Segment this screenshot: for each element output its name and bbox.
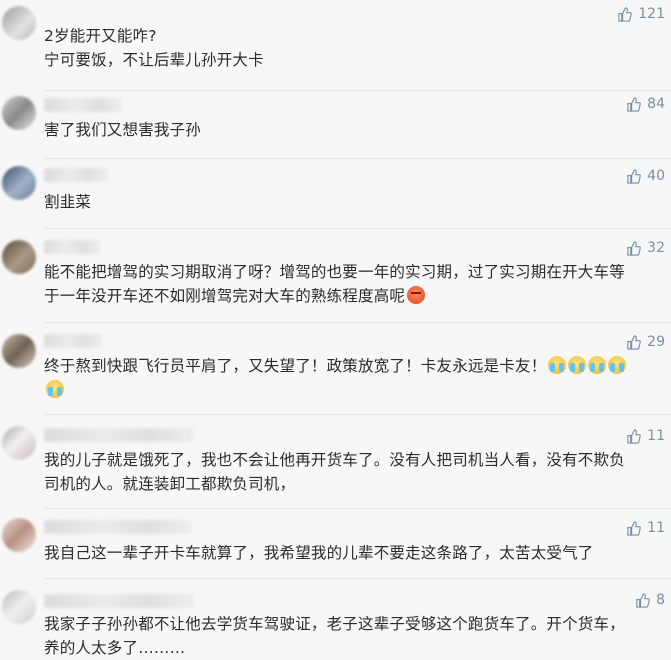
like-count: 40 <box>647 168 665 184</box>
like-count: 11 <box>647 428 665 444</box>
crying-face-icon <box>46 380 64 398</box>
like-button[interactable]: 40 <box>626 168 665 184</box>
avatar[interactable] <box>2 96 36 130</box>
comment-line: 割韭菜 <box>44 193 92 211</box>
avatar[interactable] <box>2 590 36 624</box>
comment-list: 121 2岁能开又能咋? 宁可要饭，不让后辈儿孙开大卡 84 害了我们又想害我子… <box>0 0 671 660</box>
angry-face-icon <box>407 286 426 304</box>
comment-text: 2岁能开又能咋? 宁可要饭，不让后辈儿孙开大卡 <box>44 24 653 72</box>
thumbs-up-icon <box>636 592 650 608</box>
like-count: 11 <box>647 520 665 536</box>
username-blurred <box>44 594 194 608</box>
comment-text: 割韭菜 <box>44 190 653 214</box>
comment-line: 宁可要饭，不让后辈儿孙开大卡 <box>44 51 264 69</box>
comment-line: 我家子子孙孙都不让他去学货车驾驶证，老子这辈子受够这个跑货车了。开个货车， <box>44 615 625 633</box>
like-count: 121 <box>638 6 665 22</box>
avatar[interactable] <box>2 166 36 200</box>
thumbs-up-icon <box>627 428 642 444</box>
like-count: 32 <box>647 240 665 256</box>
like-button[interactable]: 11 <box>626 520 665 536</box>
like-button[interactable]: 8 <box>635 592 665 608</box>
comment-line: 能不能把增驾的实习期取消了呀？增驾的也要一年的实习期，过了实习期在开大车等 <box>44 263 625 281</box>
username-blurred <box>44 334 102 348</box>
thumbs-up-icon <box>627 334 642 350</box>
thumbs-up-icon <box>618 6 633 22</box>
crying-face-icon <box>568 356 587 374</box>
like-button[interactable]: 32 <box>626 240 665 256</box>
divider <box>44 158 671 159</box>
like-count: 84 <box>647 96 665 112</box>
comment-line <box>44 378 653 402</box>
comment-text: 我的儿子就是饿死了，我也不会让他再开货车了。没有人把司机当人看，没有不欺负 司机… <box>44 448 653 496</box>
like-button[interactable]: 29 <box>626 334 665 350</box>
comment-text: 能不能把增驾的实习期取消了呀？增驾的也要一年的实习期，过了实习期在开大车等 于一… <box>44 260 653 308</box>
like-button[interactable]: 121 <box>617 6 665 22</box>
crying-face-icon <box>548 356 567 374</box>
like-count: 29 <box>647 334 665 350</box>
comment-line: 我自己这一辈子开卡车就算了，我希望我的儿辈不要走这条路了，太苦太受气了 <box>44 544 594 562</box>
username-blurred <box>44 168 108 182</box>
like-button[interactable]: 84 <box>626 96 665 112</box>
avatar[interactable] <box>2 426 36 460</box>
comment-line-text: 于一年没开车还不如刚增驾完对大车的熟练程度高呢 <box>44 287 406 305</box>
comment-line: 终于熬到快跟飞行员平肩了，又失望了！政策放宽了！卡友永远是卡友！ <box>44 354 653 378</box>
username-blurred <box>44 98 122 112</box>
comment-line: 我的儿子就是饿死了，我也不会让他再开货车了。没有人把司机当人看，没有不欺负 <box>44 451 625 469</box>
divider <box>44 228 671 229</box>
comment-line-text: 终于熬到快跟飞行员平肩了，又失望了！政策放宽了！卡友永远是卡友！ <box>44 357 547 375</box>
comment-line: 司机的人。就连装卸工都欺负司机， <box>44 475 296 493</box>
comment-line: 于一年没开车还不如刚增驾完对大车的熟练程度高呢 <box>44 284 653 308</box>
crying-face-icon <box>608 356 627 374</box>
divider <box>44 508 671 509</box>
avatar[interactable] <box>2 240 36 274</box>
comment-line: 2岁能开又能咋? <box>44 27 157 45</box>
divider <box>44 90 671 91</box>
divider <box>44 322 671 323</box>
comment-text: 害了我们又想害我子孙 <box>44 118 653 142</box>
comment-text: 终于熬到快跟飞行员平肩了，又失望了！政策放宽了！卡友永远是卡友！ <box>44 354 653 402</box>
divider <box>44 414 671 415</box>
divider <box>44 578 671 579</box>
thumbs-up-icon <box>627 240 642 256</box>
thumbs-up-icon <box>627 96 642 112</box>
username-blurred <box>44 428 194 442</box>
like-count: 8 <box>656 592 665 608</box>
avatar[interactable] <box>2 334 36 368</box>
avatar[interactable] <box>2 6 36 40</box>
comment-line: 害了我们又想害我子孙 <box>44 121 202 139</box>
comment-line: 养的人太多了……… <box>44 639 186 657</box>
comment-text: 我家子子孙孙都不让他去学货车驾驶证，老子这辈子受够这个跑货车了。开个货车， 养的… <box>44 612 653 660</box>
avatar[interactable] <box>2 518 36 552</box>
username-blurred <box>44 240 100 254</box>
like-button[interactable]: 11 <box>626 428 665 444</box>
comment-text: 我自己这一辈子开卡车就算了，我希望我的儿辈不要走这条路了，太苦太受气了 <box>44 541 653 565</box>
username-blurred <box>44 520 192 534</box>
thumbs-up-icon <box>627 520 642 536</box>
thumbs-up-icon <box>627 168 642 184</box>
crying-face-icon <box>588 356 607 374</box>
